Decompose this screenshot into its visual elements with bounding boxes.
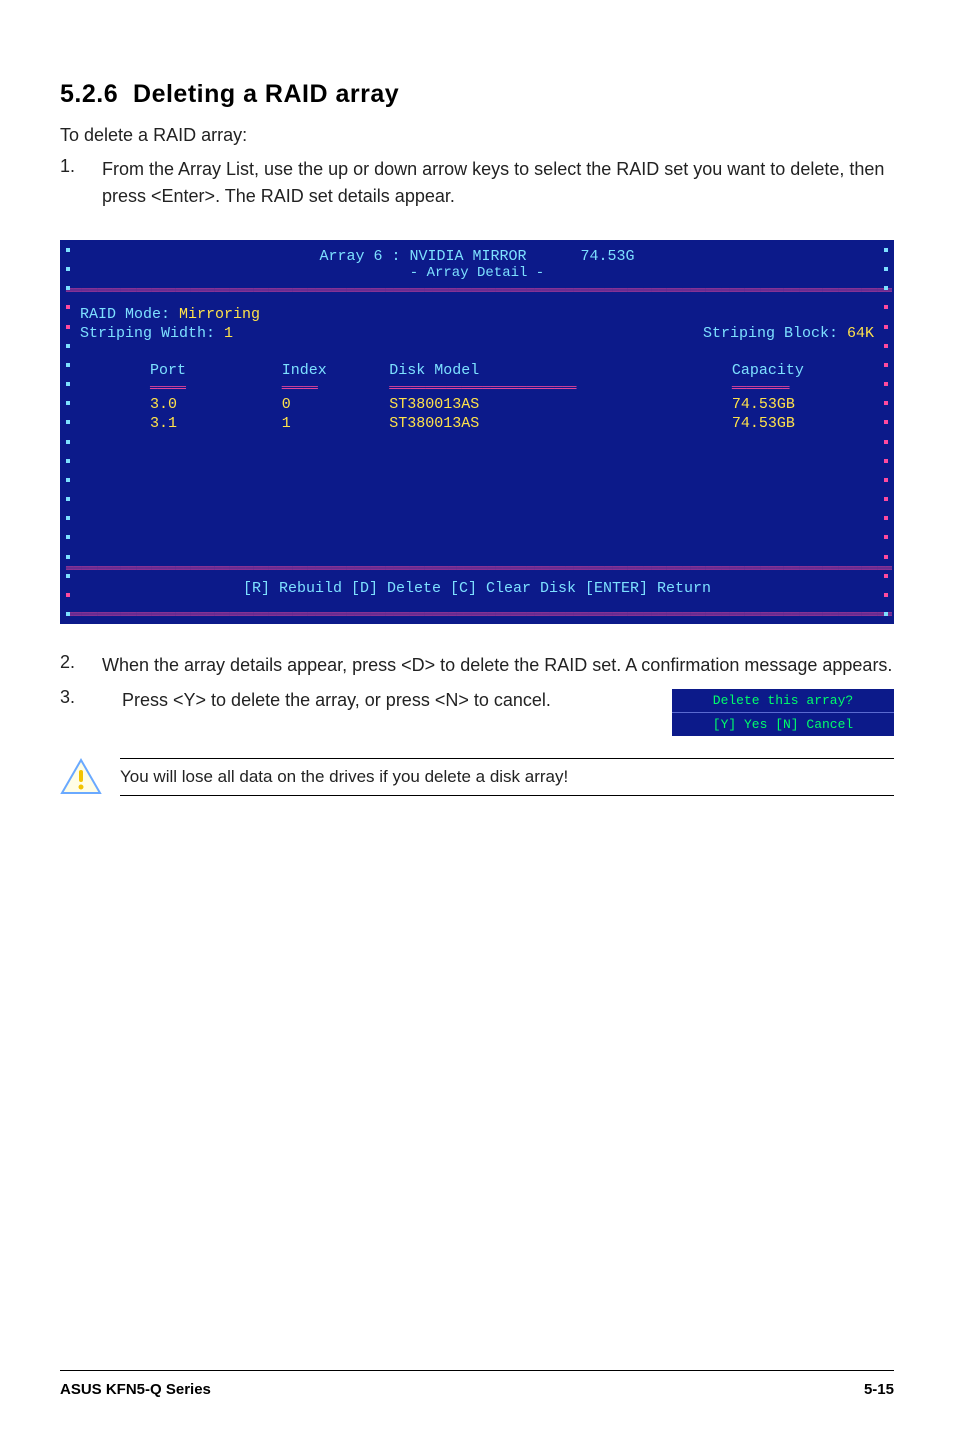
bios-disk-table: Port Index Disk Model Capacity ═════════… xyxy=(62,348,892,441)
section-number: 5.2.6 xyxy=(60,80,118,108)
step-3-text: Press <Y> to delete the array, or press … xyxy=(122,687,652,714)
bios-array-size: 74.53G xyxy=(581,248,635,265)
step-3-number: 3. xyxy=(60,687,102,708)
cell-model: ST380013AS xyxy=(379,414,722,433)
warning-icon xyxy=(60,758,102,796)
raid-mode-label: RAID Mode: xyxy=(80,306,179,323)
section-heading: 5.2.6 Deleting a RAID array xyxy=(60,80,894,109)
step-1: 1. From the Array List, use the up or do… xyxy=(60,156,894,210)
step-1-number: 1. xyxy=(60,156,102,210)
bios-info-block: RAID Mode: Mirroring Striping Width: 1 S… xyxy=(62,298,892,348)
cell-index: 0 xyxy=(272,395,379,414)
step-1-text: From the Array List, use the up or down … xyxy=(102,156,894,210)
cell-port: 3.1 xyxy=(80,414,272,433)
cell-capacity: 74.53GB xyxy=(722,395,874,414)
intro-text: To delete a RAID array: xyxy=(60,125,894,146)
striping-width-value: 1 xyxy=(224,325,233,342)
striping-block-label: Striping Block: xyxy=(703,325,847,342)
confirm-options: [Y] Yes [N] Cancel xyxy=(672,712,894,736)
bios-divider: ════════════════════════════════════════… xyxy=(62,561,892,576)
table-row: 3.0 0 ST380013AS 74.53GB xyxy=(80,395,874,414)
confirm-dialog: Delete this array? [Y] Yes [N] Cancel xyxy=(672,689,894,736)
bios-footer-keys: [R] Rebuild [D] Delete [C] Clear Disk [E… xyxy=(62,576,892,607)
step-2: 2. When the array details appear, press … xyxy=(60,652,894,679)
bios-header: Array 6 : NVIDIA MIRROR 74.53G - Array D… xyxy=(62,242,892,283)
striping-block-value: 64K xyxy=(847,325,874,342)
col-capacity: Capacity xyxy=(722,362,874,381)
confirm-question: Delete this array? xyxy=(672,689,894,712)
bios-screenshot: Array 6 : NVIDIA MIRROR 74.53G - Array D… xyxy=(60,240,894,624)
step-2-text: When the array details appear, press <D>… xyxy=(102,652,892,679)
footer-right: 5-15 xyxy=(864,1381,894,1398)
step-2-number: 2. xyxy=(60,652,102,679)
cell-index: 1 xyxy=(272,414,379,433)
bios-subtitle: - Array Detail - xyxy=(62,265,892,281)
bios-divider: ════════════════════════════════════════… xyxy=(62,283,892,298)
warning-callout: You will lose all data on the drives if … xyxy=(60,758,894,796)
col-index: Index xyxy=(272,362,379,381)
bios-border-left xyxy=(64,242,72,622)
bios-border-right xyxy=(882,242,890,622)
bios-divider: ════════════════════════════════════════… xyxy=(62,607,892,622)
striping-width-label: Striping Width: xyxy=(80,325,224,342)
step-3: 3. Press <Y> to delete the array, or pre… xyxy=(60,687,894,736)
warning-text: You will lose all data on the drives if … xyxy=(120,758,894,796)
bios-title: Array 6 : NVIDIA MIRROR xyxy=(319,248,526,265)
cell-model: ST380013AS xyxy=(379,395,722,414)
cell-capacity: 74.53GB xyxy=(722,414,874,433)
col-model: Disk Model xyxy=(379,362,722,381)
table-row: 3.1 1 ST380013AS 74.53GB xyxy=(80,414,874,433)
footer-left: ASUS KFN5-Q Series xyxy=(60,1381,211,1398)
page-footer: ASUS KFN5-Q Series 5-15 xyxy=(60,1370,894,1398)
raid-mode-value: Mirroring xyxy=(179,306,260,323)
section-title-text: Deleting a RAID array xyxy=(133,80,399,108)
col-port: Port xyxy=(80,362,272,381)
cell-port: 3.0 xyxy=(80,395,272,414)
